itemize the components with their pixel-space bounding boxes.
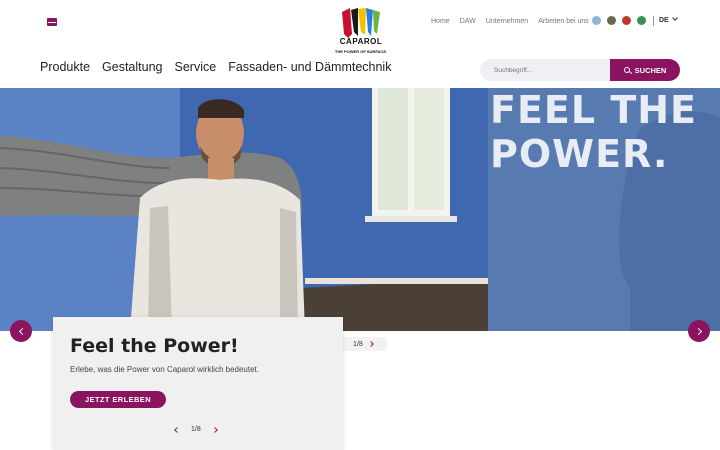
top-nav: Home DAW Unternehmen Arbeiten bei uns: [431, 18, 589, 25]
chevron-left-icon: [18, 327, 26, 335]
chevron-right-icon: [694, 327, 702, 335]
card-title: Feel the Power!: [70, 335, 239, 357]
card-pager-next-icon[interactable]: [211, 426, 218, 433]
top-link-unternehmen[interactable]: Unternehmen: [486, 18, 528, 25]
top-link-daw[interactable]: DAW: [460, 18, 476, 25]
card-pager-count: 1/8: [191, 426, 201, 433]
card-pager-prev-icon[interactable]: [174, 426, 180, 433]
hero-banner: FEEL THE POWER.: [0, 88, 720, 331]
search-bar: SUCHEN: [480, 59, 680, 81]
language-select[interactable]: DE: [659, 15, 678, 24]
top-link-arbeiten[interactable]: Arbeiten bei uns: [538, 18, 589, 25]
main-nav: Produkte Gestaltung Service Fassaden- un…: [40, 60, 391, 74]
nav-fassaden[interactable]: Fassaden- und Dämmtechnik: [228, 60, 391, 74]
divider: [653, 16, 654, 26]
green-social-icon[interactable]: [637, 16, 646, 25]
hero-card: Feel the Power! Erlebe, was die Power vo…: [53, 317, 343, 450]
card-text: Erlebe, was die Power von Caparol wirkli…: [70, 365, 259, 374]
red-social-icon[interactable]: [622, 16, 631, 25]
nav-service[interactable]: Service: [175, 60, 217, 74]
nav-produkte[interactable]: Produkte: [40, 60, 90, 74]
logo-claim: THE POWER OF SURFACE.: [334, 49, 388, 54]
logo-brand: CAPAROL: [339, 37, 383, 46]
search-icon: [623, 67, 630, 73]
social-links: [592, 16, 646, 25]
carousel-pager-count: 1/8: [353, 340, 363, 348]
search-button-label: SUCHEN: [634, 65, 667, 75]
pager-next-icon[interactable]: [367, 341, 374, 347]
top-link-home[interactable]: Home: [431, 18, 450, 25]
search-button[interactable]: SUCHEN: [610, 59, 680, 81]
search-input[interactable]: [480, 59, 610, 81]
card-pager: 1/8: [174, 426, 218, 433]
carousel-next-button[interactable]: [688, 320, 710, 342]
paint-drip-logo-icon: [342, 8, 380, 38]
chevron-down-icon: [671, 15, 678, 21]
carousel-pager: 1/8: [343, 337, 388, 351]
envelope-icon[interactable]: [47, 18, 57, 26]
language-label: DE: [659, 17, 669, 24]
hero-headline-line1: FEEL THE: [490, 88, 697, 132]
circle-social-icon[interactable]: [592, 16, 601, 25]
cta-button[interactable]: JETZT ERLEBEN: [70, 391, 166, 408]
page: CAPAROL THE POWER OF SURFACE. Home DAW U…: [0, 0, 720, 450]
hero-headline-line2: POWER.: [490, 132, 669, 176]
hero-headline: FEEL THE POWER.: [490, 88, 697, 176]
carousel-prev-button[interactable]: [10, 320, 32, 342]
caparol-logo[interactable]: CAPAROL THE POWER OF SURFACE.: [331, 8, 391, 56]
dark-social-icon[interactable]: [607, 16, 616, 25]
nav-gestaltung[interactable]: Gestaltung: [102, 60, 162, 74]
